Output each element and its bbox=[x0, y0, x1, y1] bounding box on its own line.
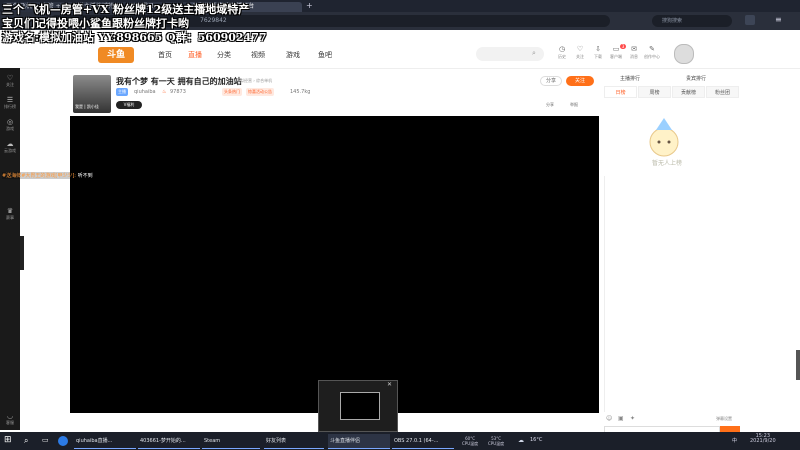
obs-preview-screen bbox=[340, 392, 380, 420]
gift-icon[interactable]: ✦ bbox=[630, 415, 635, 422]
chat-settings-link[interactable]: 弹幕设置 bbox=[716, 416, 732, 422]
taskbar-item-game[interactable]: 403661-梦开始的... bbox=[138, 434, 200, 449]
browser-search-input[interactable]: 搜狗搜索 bbox=[652, 15, 732, 27]
nav-live[interactable]: 直播 bbox=[188, 50, 202, 60]
taskbar-item-obs[interactable]: OBS 27.0.1 (64-... bbox=[392, 434, 454, 449]
weather-temp[interactable]: 16°C bbox=[530, 437, 542, 443]
room-title: 我有个梦 有一天 拥有自己的加油站 bbox=[116, 77, 242, 86]
chat-list[interactable] bbox=[604, 176, 741, 412]
overlay-text-line: 游戏名:模拟加油站 YY:898665 Q群：560902477 bbox=[2, 31, 267, 44]
room-category[interactable]: 模拟经营 › 综合单机 bbox=[236, 78, 272, 84]
windows-start-icon[interactable]: ⊞ bbox=[4, 435, 12, 445]
close-icon[interactable]: ✕ bbox=[387, 381, 392, 388]
download-icon[interactable]: ⇩ 下载 bbox=[590, 45, 606, 60]
vip-badge[interactable]: V福利 bbox=[116, 101, 142, 109]
nav-category[interactable]: 分类 bbox=[217, 50, 231, 60]
nav-game[interactable]: 游戏 bbox=[286, 50, 300, 60]
streamer-name[interactable]: qiuhaiba bbox=[134, 89, 156, 95]
image-icon[interactable]: ▣ bbox=[618, 415, 624, 422]
nav-fishbar[interactable]: 鱼吧 bbox=[318, 50, 332, 60]
share-button[interactable]: 分享 bbox=[540, 76, 562, 86]
video-player[interactable] bbox=[70, 116, 599, 413]
hot-value: 97873 bbox=[170, 89, 186, 95]
site-logo[interactable]: 斗鱼 bbox=[98, 47, 134, 63]
taskbar-item-chrome[interactable]: qiuhaiba直播... bbox=[74, 434, 136, 449]
rank-icon[interactable]: ☰ 排行榜 bbox=[0, 96, 20, 110]
owner-badge: 主播 bbox=[116, 88, 128, 96]
game-icon[interactable]: ◎ 游戏 bbox=[0, 118, 20, 132]
nav-home[interactable]: 首页 bbox=[158, 50, 172, 60]
cloud-game-icon[interactable]: ☁ 云游戏 bbox=[0, 140, 20, 154]
follow-button[interactable]: 关注 bbox=[566, 76, 594, 86]
message-icon[interactable]: ✉ 消息 bbox=[626, 45, 642, 60]
event-badge[interactable]: 惊喜活动公告 bbox=[246, 88, 274, 96]
extension-icon[interactable] bbox=[745, 15, 755, 25]
avatar-caption: 我是 | 凯小佳 bbox=[75, 104, 99, 109]
tab-contribution[interactable]: 贡献榜 bbox=[672, 86, 705, 98]
creator-icon[interactable]: ✎ 创作中心 bbox=[644, 45, 660, 60]
search-icon[interactable]: ⌕ bbox=[24, 436, 28, 446]
trophy-icon[interactable]: ♛ 赛事 bbox=[0, 207, 20, 221]
taskbar-item-douyu[interactable]: 斗鱼直播伴侣 bbox=[328, 434, 390, 449]
clock[interactable]: 15:23 2021/9/20 bbox=[750, 434, 776, 444]
tab-vip-rank[interactable]: 贵宾排行 bbox=[686, 75, 706, 82]
empty-rank-text: 暂无人上榜 bbox=[652, 160, 683, 167]
tab-fans[interactable]: 粉丝团 bbox=[706, 86, 739, 98]
gpu-temp: 53°C CPU温度 bbox=[488, 436, 505, 446]
task-view-icon[interactable]: ▭ bbox=[42, 436, 49, 444]
tab-streamer-rank[interactable]: 主播排行 bbox=[620, 75, 640, 82]
promo-badge[interactable]: 头条热门 bbox=[222, 88, 242, 96]
cpu-temp: 60°C CPU温度 bbox=[462, 436, 479, 446]
menu-icon[interactable]: ≡ bbox=[775, 15, 785, 25]
weather-icon[interactable]: ☁ bbox=[518, 437, 524, 444]
input-language[interactable]: 中 bbox=[732, 437, 737, 444]
tab-daily[interactable]: 日榜 bbox=[604, 86, 637, 98]
history-icon[interactable]: ◷ 历史 bbox=[554, 45, 570, 60]
tab-weekly[interactable]: 周榜 bbox=[638, 86, 671, 98]
taskbar-item-steam[interactable]: Steam bbox=[202, 434, 260, 449]
nav-video[interactable]: 视频 bbox=[251, 50, 265, 60]
scrollbar[interactable] bbox=[796, 350, 800, 380]
danmu-sender: #送海鲜#大胃王的游戏[甲少少] bbox=[2, 173, 75, 179]
sidebar-expand-handle[interactable] bbox=[20, 236, 24, 270]
follow-icon[interactable]: ♡ 关注 bbox=[572, 45, 588, 60]
report-action[interactable]: 举报 bbox=[570, 102, 578, 108]
user-avatar[interactable] bbox=[674, 44, 694, 64]
danmu-text: 听不到 bbox=[77, 173, 93, 179]
flame-icon: ♨ bbox=[162, 89, 167, 95]
emoji-icon[interactable]: ☺ bbox=[606, 415, 612, 422]
edge-icon[interactable] bbox=[58, 436, 68, 446]
new-tab-button[interactable]: + bbox=[306, 1, 313, 10]
search-icon[interactable]: ⌕ bbox=[532, 49, 536, 58]
share-action[interactable]: 分享 bbox=[546, 102, 554, 108]
weight-value: 145.7kg bbox=[290, 89, 311, 95]
headset-icon[interactable]: ◡ 客服 bbox=[0, 412, 20, 426]
heart-icon[interactable]: ♡ 关注 bbox=[0, 74, 20, 88]
taskbar-item-friends[interactable]: 好友列表 bbox=[264, 434, 324, 449]
danmu-message: #送海鲜#大胃王的游戏[甲少少]: 听不到 bbox=[2, 172, 93, 179]
